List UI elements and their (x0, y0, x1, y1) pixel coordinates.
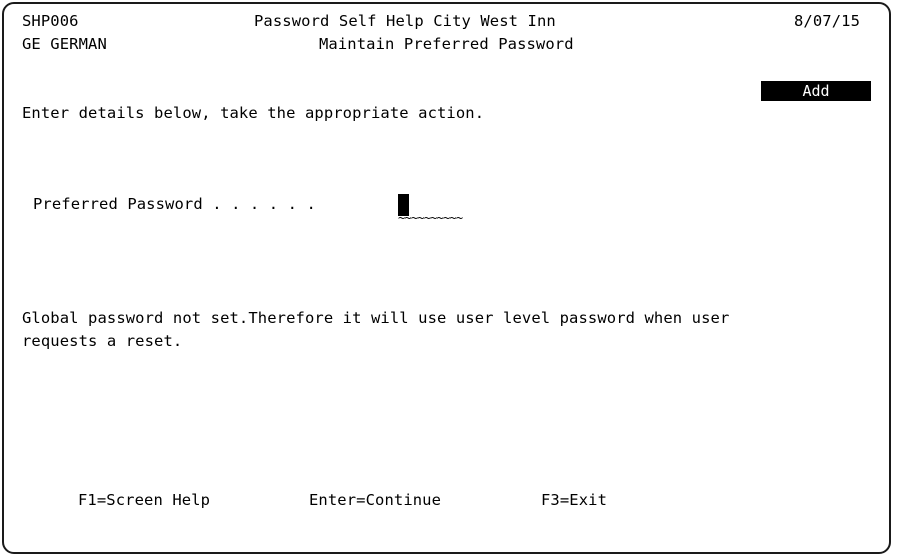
mode-badge: Add (761, 81, 871, 101)
preferred-password-label: Preferred Password . . . . . . (33, 195, 316, 213)
page-title: Maintain Preferred Password (319, 35, 574, 53)
field-marker: ~~~~~~~~~~ (398, 211, 463, 225)
user-name: GE GERMAN (22, 35, 107, 53)
instruction-text: Enter details below, take the appropriat… (22, 104, 485, 122)
program-id: SHP006 (22, 12, 79, 30)
message-line-1: Global password not set.Therefore it wil… (22, 309, 730, 327)
app-title: Password Self Help City West Inn (254, 12, 556, 30)
f3-exit-key[interactable]: F3=Exit (541, 491, 607, 509)
message-line-2: requests a reset. (22, 332, 183, 350)
enter-continue-key[interactable]: Enter=Continue (309, 491, 441, 509)
screen-date: 8/07/15 (794, 12, 861, 30)
terminal-screen: SHP006 GE GERMAN Password Self Help City… (2, 2, 891, 554)
f1-screen-help-key[interactable]: F1=Screen Help (78, 491, 210, 509)
